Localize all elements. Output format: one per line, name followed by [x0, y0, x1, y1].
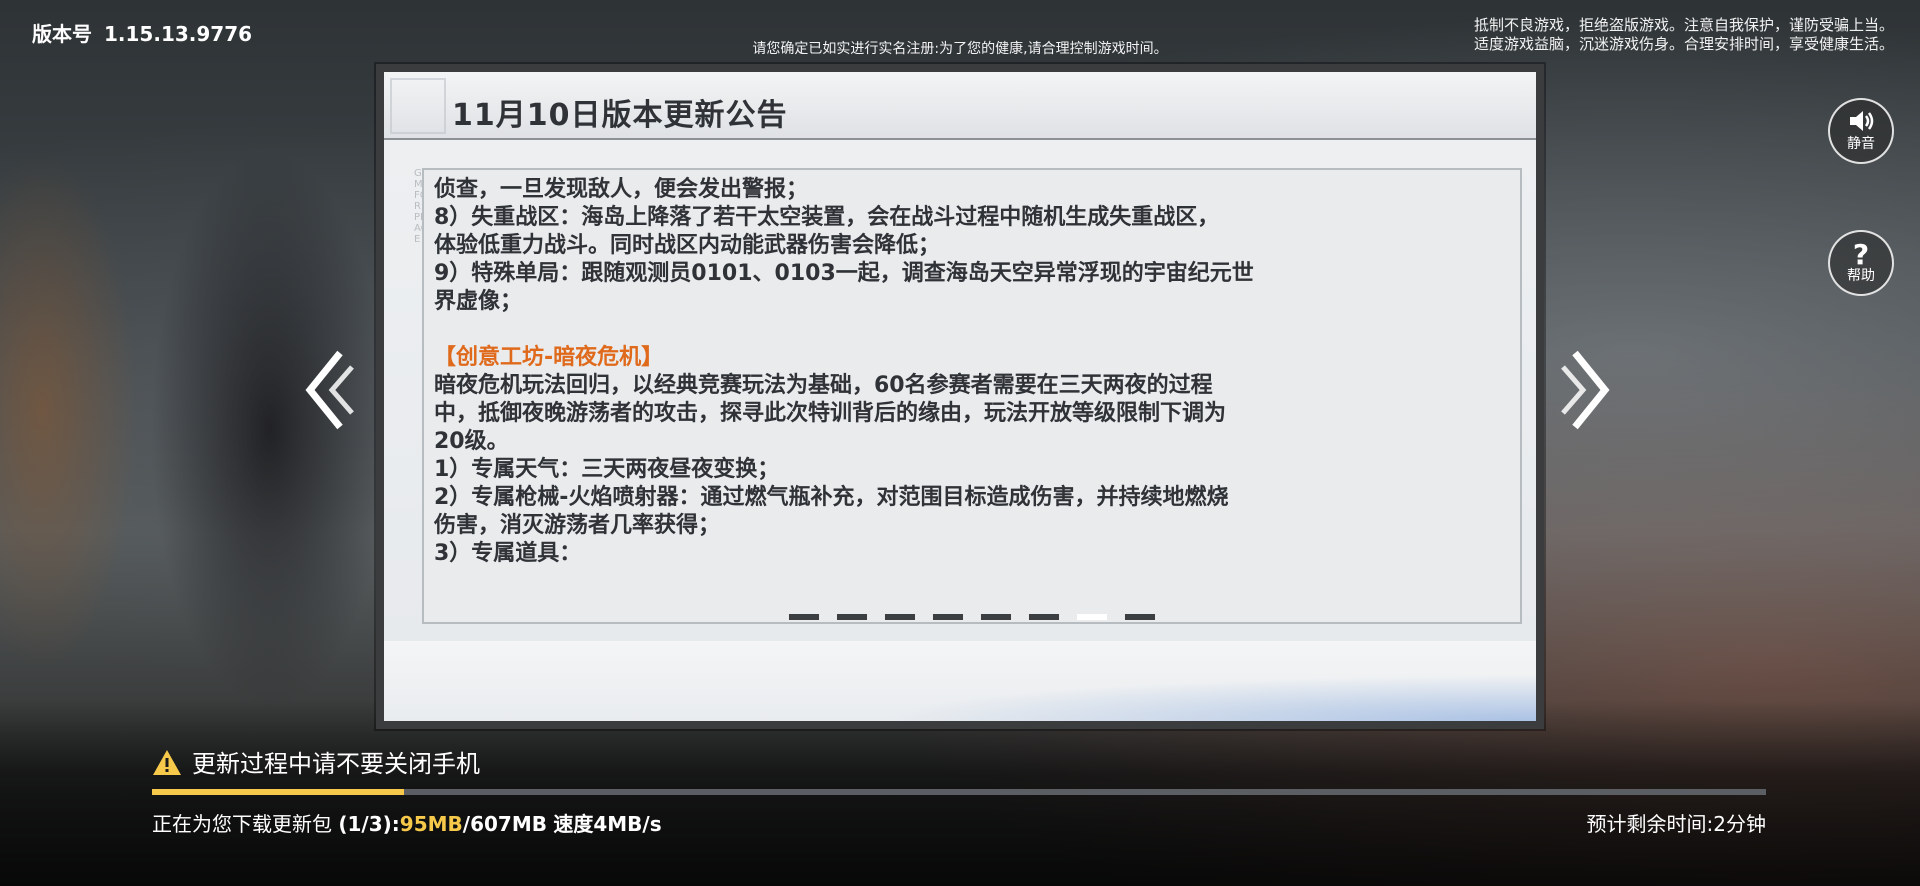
- dialog-header: 11月10日版本更新公告: [384, 72, 1536, 140]
- content-line: 暗夜危机玩法回归，以经典竞赛玩法为基础，60名参赛者需要在三天两夜的过程: [434, 373, 1213, 398]
- health-notice: 抵制不良游戏，拒绝盗版游戏。注意自我保护，谨防受骗上当。 适度游戏益脑，沉迷游戏…: [1474, 16, 1894, 54]
- prev-page-arrow[interactable]: [300, 345, 360, 435]
- warning-text: 更新过程中请不要关闭手机: [192, 750, 480, 778]
- content-line: 2）专属枪械-火焰喷射器：通过燃气瓶补充，对范围目标造成伤害，并持续地燃烧: [434, 485, 1229, 510]
- chevron-left-icon: [305, 350, 354, 430]
- health-notice-line1: 抵制不良游戏，拒绝盗版游戏。注意自我保护，谨防受骗上当。: [1473, 16, 1894, 34]
- content-line: 中，抵御夜晚游荡者的攻击，探寻此次特训背后的缘由，玩法开放等级限制下调为: [434, 401, 1227, 426]
- page-dot[interactable]: [837, 613, 867, 620]
- content-line: 1）专属天气：三天两夜昼夜变换；: [434, 457, 780, 482]
- header-decoration: [390, 78, 446, 134]
- content-line: 侦查，一旦发现敌人，便会发出警报；: [434, 177, 809, 202]
- dialog-footer: [384, 641, 1536, 721]
- section-title: 【创意工坊-暗夜危机】: [434, 345, 664, 370]
- download-step: (1/3):: [338, 812, 400, 836]
- question-mark-icon: ?: [1830, 238, 1892, 271]
- help-button[interactable]: ? 帮助: [1828, 230, 1894, 296]
- speaker-icon: [1830, 106, 1892, 136]
- help-label: 帮助: [1847, 268, 1875, 284]
- download-progress-bar: [152, 789, 1766, 795]
- next-page-arrow[interactable]: [1555, 345, 1615, 435]
- download-status: 正在为您下载更新包 (1/3):95MB/607MB 速度4MB/s: [152, 808, 662, 837]
- content-line: 伤害，消灭游荡者几率获得；: [434, 513, 721, 538]
- warning-icon: [152, 749, 182, 782]
- dialog-title: 11月10日版本更新公告: [452, 98, 788, 133]
- content-line: 体验低重力战斗。同时战区内动能武器伤害会降低；: [434, 233, 941, 258]
- downloaded-size: 95MB: [399, 812, 463, 836]
- update-notice-dialog: 11月10日版本更新公告 GAME FOR PEACE 侦查，一旦发现敌人，便会…: [376, 64, 1544, 729]
- chevron-right-icon: [1561, 350, 1610, 430]
- page-dot[interactable]: [933, 613, 963, 620]
- dialog-body: 11月10日版本更新公告 GAME FOR PEACE 侦查，一旦发现敌人，便会…: [384, 72, 1536, 721]
- page-dot[interactable]: [1029, 613, 1059, 620]
- notice-content[interactable]: 侦查，一旦发现敌人，便会发出警报； 8）失重战区：海岛上降落了若干太空装置，会在…: [434, 170, 1510, 583]
- health-notice-line2: 适度游戏益脑，沉迷游戏伤身。合理安排时间，享受健康生活。: [1473, 35, 1894, 53]
- page-dot[interactable]: [1077, 613, 1107, 620]
- page-dot[interactable]: [981, 613, 1011, 620]
- update-warning: 更新过程中请不要关闭手机: [152, 744, 480, 782]
- download-prefix: 正在为您下载更新包: [152, 812, 332, 836]
- notice-content-frame[interactable]: 侦查，一旦发现敌人，便会发出警报； 8）失重战区：海岛上降落了若干太空装置，会在…: [422, 168, 1522, 624]
- mute-button[interactable]: 静音: [1828, 98, 1894, 164]
- content-line: 20级。: [434, 429, 509, 454]
- page-dot[interactable]: [1125, 613, 1155, 620]
- content-line: 界虚像；: [434, 289, 523, 314]
- svg-text:?: ?: [1853, 238, 1869, 268]
- total-size: /607MB: [462, 812, 547, 836]
- content-line: 9）特殊单局：跟随观测员0101、0103一起，调查海岛天空异常浮现的宇宙纪元世: [434, 261, 1254, 286]
- page-dot[interactable]: [789, 613, 819, 620]
- download-speed: 速度4MB/s: [553, 812, 662, 836]
- content-line: 3）专属道具：: [434, 541, 582, 566]
- page-indicator: [424, 606, 1520, 620]
- page-dot[interactable]: [885, 613, 915, 620]
- download-progress-fill: [152, 789, 404, 795]
- content-line: 8）失重战区：海岛上降落了若干太空装置，会在战斗过程中随机生成失重战区，: [434, 205, 1220, 230]
- eta-text: 预计剩余时间:2分钟: [1586, 812, 1766, 836]
- mute-label: 静音: [1847, 136, 1875, 152]
